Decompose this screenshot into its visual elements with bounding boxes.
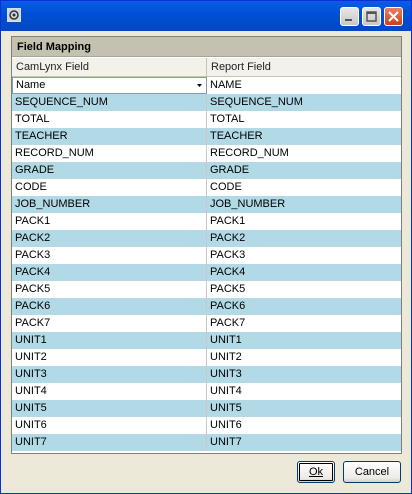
report-field-cell[interactable]: TEACHER (207, 128, 401, 145)
dropdown-value: Name (16, 79, 46, 91)
chevron-down-icon[interactable] (193, 78, 206, 93)
camlynx-field-cell[interactable]: PACK2 (12, 230, 207, 247)
report-field-cell[interactable]: RECORD_NUM (207, 145, 401, 162)
report-field-cell[interactable]: CODE (207, 179, 401, 196)
table-row[interactable]: GRADE GRADE (12, 162, 401, 179)
camlynx-field-cell[interactable]: CODE (12, 179, 207, 196)
camlynx-field-cell[interactable]: TEACHER (12, 128, 207, 145)
mapping-grid: Name NAME SEQUENCE_NUM SEQUENCE_NUM TOTAL T… (12, 77, 401, 453)
table-row[interactable]: SEQUENCE_NUM SEQUENCE_NUM (12, 94, 401, 111)
report-field-cell[interactable]: UNIT1 (207, 332, 401, 349)
report-field-cell[interactable]: UNIT7 (207, 434, 401, 451)
camlynx-field-cell[interactable]: UNIT2 (12, 349, 207, 366)
table-row[interactable]: TEACHER TEACHER (12, 128, 401, 145)
table-row[interactable]: UNIT5 UNIT5 (12, 400, 401, 417)
table-row[interactable]: PACK2 PACK2 (12, 230, 401, 247)
column-header-camlynx-field[interactable]: CamLynx Field (12, 58, 207, 76)
report-field-cell[interactable]: SEQUENCE_NUM (207, 94, 401, 111)
report-field-cell[interactable]: UNIT3 (207, 366, 401, 383)
camlynx-field-cell[interactable]: TOTAL (12, 111, 207, 128)
column-headers: CamLynx Field Report Field (12, 58, 401, 77)
camlynx-field-cell[interactable]: PACK1 (12, 213, 207, 230)
table-row[interactable]: UNIT3 UNIT3 (12, 366, 401, 383)
camlynx-field-cell[interactable]: UNIT7 (12, 434, 207, 451)
close-button[interactable] (384, 7, 403, 26)
table-row[interactable]: PACK1 PACK1 (12, 213, 401, 230)
report-field-cell[interactable]: UNIT6 (207, 417, 401, 434)
camlynx-field-cell[interactable]: JOB_NUMBER (12, 196, 207, 213)
table-row[interactable]: PACK6 PACK6 (12, 298, 401, 315)
camlynx-field-cell[interactable]: PACK4 (12, 264, 207, 281)
table-row[interactable]: RECORD_NUM RECORD_NUM (12, 145, 401, 162)
report-field-cell[interactable]: PACK6 (207, 298, 401, 315)
field-mapping-group: Field Mapping CamLynx Field Report Field… (11, 36, 402, 454)
field-mapping-dialog: Field Mapping CamLynx Field Report Field… (0, 0, 412, 494)
ok-button[interactable]: Ok (297, 461, 335, 483)
table-row[interactable]: CODE CODE (12, 179, 401, 196)
report-field-cell[interactable]: PACK2 (207, 230, 401, 247)
camlynx-field-cell[interactable]: PACK3 (12, 247, 207, 264)
camlynx-field-cell[interactable]: UNIT5 (12, 400, 207, 417)
report-field-cell[interactable]: PACK5 (207, 281, 401, 298)
table-row[interactable]: UNIT4 UNIT4 (12, 383, 401, 400)
app-icon[interactable] (7, 8, 21, 22)
camlynx-field-cell[interactable]: PACK5 (12, 281, 207, 298)
table-row[interactable]: UNIT1 UNIT1 (12, 332, 401, 349)
group-title: Field Mapping (12, 37, 401, 57)
table-row[interactable]: PACK5 PACK5 (12, 281, 401, 298)
report-field-cell[interactable]: PACK1 (207, 213, 401, 230)
table-row[interactable]: Name NAME (12, 77, 401, 94)
minimize-button[interactable] (340, 7, 359, 26)
camlynx-field-cell[interactable]: RECORD_NUM (12, 145, 207, 162)
table-row[interactable]: PACK3 PACK3 (12, 247, 401, 264)
table-row[interactable]: PACK4 PACK4 (12, 264, 401, 281)
column-header-report-field[interactable]: Report Field (207, 58, 401, 76)
cancel-button[interactable]: Cancel (343, 461, 401, 483)
report-field-cell[interactable]: UNIT4 (207, 383, 401, 400)
camlynx-field-cell[interactable]: UNIT3 (12, 366, 207, 383)
report-field-cell[interactable]: GRADE (207, 162, 401, 179)
report-field-cell[interactable]: JOB_NUMBER (207, 196, 401, 213)
report-field-cell[interactable]: NAME (207, 77, 401, 94)
camlynx-field-dropdown[interactable]: Name (12, 77, 207, 94)
table-row[interactable]: UNIT6 UNIT6 (12, 417, 401, 434)
ok-button-label: Ok (308, 466, 324, 478)
table-row[interactable]: PACK7 PACK7 (12, 315, 401, 332)
camlynx-field-cell[interactable]: UNIT1 (12, 332, 207, 349)
maximize-button[interactable] (362, 7, 381, 26)
report-field-cell[interactable]: TOTAL (207, 111, 401, 128)
camlynx-field-cell[interactable]: PACK7 (12, 315, 207, 332)
report-field-cell[interactable]: PACK3 (207, 247, 401, 264)
report-field-cell[interactable]: UNIT5 (207, 400, 401, 417)
camlynx-field-cell[interactable]: GRADE (12, 162, 207, 179)
table-row[interactable]: JOB_NUMBER JOB_NUMBER (12, 196, 401, 213)
table-row[interactable]: UNIT7 UNIT7 (12, 434, 401, 451)
camlynx-field-cell[interactable]: PACK6 (12, 298, 207, 315)
report-field-cell[interactable]: PACK7 (207, 315, 401, 332)
dialog-body: Field Mapping CamLynx Field Report Field… (4, 31, 408, 491)
report-field-cell[interactable]: UNIT2 (207, 349, 401, 366)
title-bar[interactable] (1, 1, 411, 31)
camlynx-field-cell[interactable]: UNIT4 (12, 383, 207, 400)
camlynx-field-cell[interactable]: UNIT6 (12, 417, 207, 434)
report-field-cell[interactable]: PACK4 (207, 264, 401, 281)
table-row[interactable]: UNIT2 UNIT2 (12, 349, 401, 366)
camlynx-field-cell[interactable]: SEQUENCE_NUM (12, 94, 207, 111)
table-row[interactable]: TOTAL TOTAL (12, 111, 401, 128)
